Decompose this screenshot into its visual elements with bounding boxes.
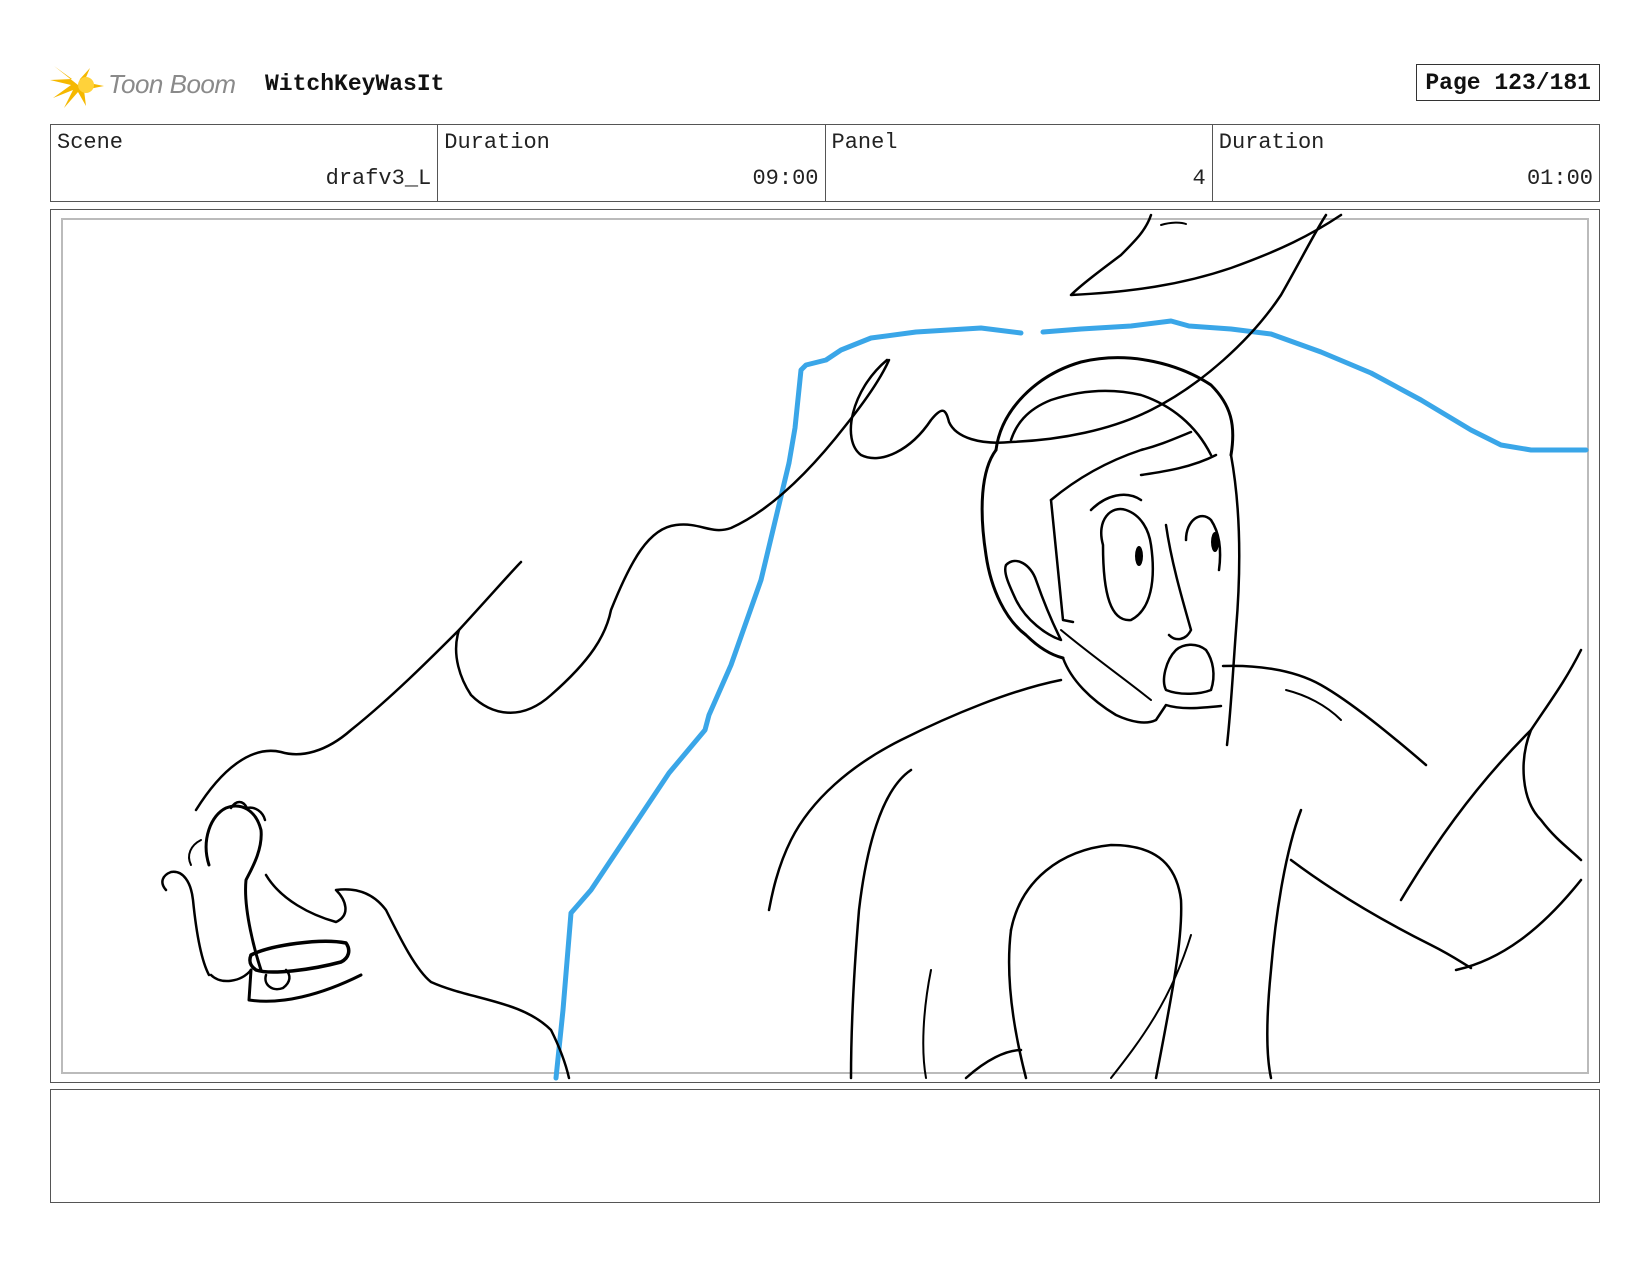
scene-value: drafv3_L (325, 166, 432, 191)
critter-tail (161, 870, 211, 977)
project-title: WitchKeyWasIt (265, 71, 445, 97)
arm-forearm-line (1110, 934, 1192, 1079)
toon-boom-logo: Toon Boom (50, 60, 250, 110)
robe-flap (849, 213, 1328, 460)
eye-left-outline (1100, 507, 1155, 622)
robe-outline (194, 560, 523, 812)
panel-sketch (161, 213, 1589, 1081)
face-right (1225, 453, 1241, 747)
arm-inner (1009, 843, 1183, 1080)
panel-duration-label: Duration (1218, 130, 1325, 155)
arm-right-outline (1266, 808, 1303, 1080)
pupil-right (1211, 532, 1219, 552)
action-notes-box (50, 1089, 1600, 1203)
scene-duration-label: Duration (444, 130, 550, 155)
collar-shadow (1285, 689, 1342, 721)
head-back (980, 448, 1065, 660)
arm-right-line (1289, 858, 1473, 970)
logo-text: Toon Boom (108, 69, 236, 99)
pupil-left (1135, 546, 1143, 566)
critter-body (204, 804, 263, 972)
bowl-rim (248, 939, 351, 974)
jaw (1061, 656, 1223, 724)
page-number: Page 123/181 (1416, 64, 1600, 101)
toon-boom-star-icon (50, 66, 104, 108)
mouth (1162, 643, 1215, 695)
hair-line (1009, 389, 1213, 457)
panel-cell: Panel 4 (826, 125, 1213, 201)
ear (1004, 559, 1063, 642)
raised-arm (1399, 648, 1583, 902)
arm-upper-left (849, 768, 913, 1080)
panel-value: 4 (1192, 166, 1206, 191)
storyboard-panel (50, 209, 1600, 1083)
scene-label: Scene (57, 130, 124, 155)
brow-left (1089, 493, 1143, 512)
arm-inner-lower (1007, 928, 1028, 1080)
cloak-bottom (264, 873, 571, 1080)
panel-duration-cell: Duration 01:00 (1213, 125, 1599, 201)
panel-duration-value: 01:00 (1526, 166, 1593, 191)
scene-cell: Scene drafv3_L (51, 125, 439, 201)
arm-right-hand (1454, 878, 1583, 972)
scene-duration-value: 09:00 (752, 166, 819, 191)
chin-line (1060, 629, 1152, 701)
face-side (1049, 498, 1075, 624)
scene-duration-cell: Duration 09:00 (438, 125, 826, 201)
shoulder-left (767, 678, 1063, 912)
hat-top (1160, 221, 1187, 226)
raised-arm-inner (1522, 728, 1583, 862)
panel-label: Panel (831, 130, 898, 155)
nose (1164, 523, 1193, 641)
hat-brim (1069, 213, 1343, 297)
hairline-front (1049, 430, 1193, 502)
scene-info-table: Scene drafv3_L Duration 09:00 Panel 4 Du… (50, 124, 1600, 202)
critter-whisker (188, 839, 202, 866)
critter-paw (209, 968, 253, 983)
page-header: Toon Boom WitchKeyWasIt Page 123/181 (50, 55, 1600, 115)
shoulder-right (1221, 664, 1428, 767)
fringe (1139, 453, 1218, 477)
torso-edge (922, 969, 932, 1079)
robe-fold (454, 358, 891, 714)
hand-bottom (964, 1048, 1023, 1080)
